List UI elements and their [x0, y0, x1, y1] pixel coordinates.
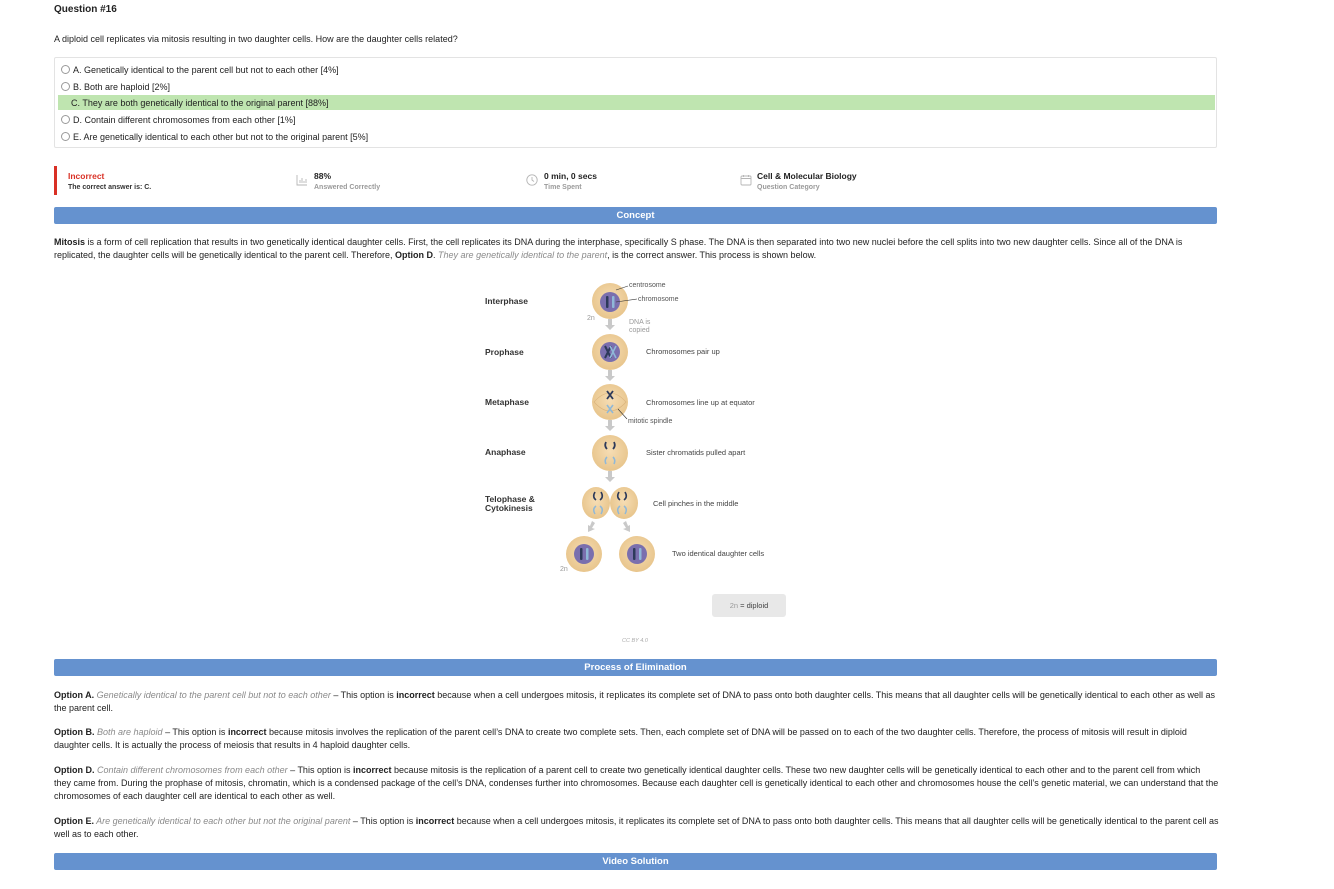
concept-option: Option D: [395, 250, 434, 260]
daughter-cells: [566, 536, 655, 572]
radio-button[interactable]: [61, 132, 70, 141]
result-stats: Incorrect The correct answer is: C. 88% …: [54, 166, 1217, 196]
phase-prophase: Prophase: [485, 347, 524, 357]
time-label: Time Spent: [544, 184, 582, 191]
option-d[interactable]: D. Contain different chromosomes from ea…: [58, 112, 1215, 127]
option-label: E. Are genetically identical to each oth…: [73, 131, 369, 142]
desc-metaphase: Chromosomes line up at equator: [646, 398, 755, 407]
option-label: A. Genetically identical to the parent c…: [73, 64, 339, 75]
percent-label: Answered Correctly: [314, 184, 381, 191]
dna-copied-label-2: copied: [629, 327, 650, 334]
concept-paragraph: Mitosis is a form of cell replication th…: [54, 237, 1183, 260]
concept-header[interactable]: Concept: [54, 207, 1217, 224]
category-value: Cell & Molecular Biology: [757, 171, 857, 181]
bar-chart-icon: [296, 175, 307, 186]
desc-daughter-cells: Two identical daughter cells: [672, 549, 765, 558]
phase-cytokinesis: Cytokinesis: [485, 503, 533, 513]
result-text: Incorrect: [68, 171, 105, 181]
desc-anaphase: Sister chromatids pulled apart: [646, 448, 746, 457]
phase-anaphase: Anaphase: [485, 447, 526, 457]
elimination-option-b: Option B. Both are haploid – This option…: [54, 727, 1187, 750]
radio-button[interactable]: [61, 65, 70, 74]
percent-stat: 88% Answered Correctly: [314, 171, 380, 191]
category-stat: Cell & Molecular Biology Question Catego…: [757, 171, 857, 191]
time-value: 0 min, 0 secs: [544, 171, 597, 181]
anaphase-cell: [592, 435, 628, 471]
option-e[interactable]: E. Are genetically identical to each oth…: [58, 129, 1215, 144]
calendar-icon: [740, 175, 752, 186]
phase-metaphase: Metaphase: [485, 397, 529, 407]
elimination-option-e: Option E. Are genetically identical to e…: [54, 816, 1219, 839]
radio-button[interactable]: [61, 115, 70, 124]
dna-copied-label-1: DNA is: [629, 319, 651, 326]
correct-answer-text: The correct answer is: C.: [68, 184, 152, 191]
prophase-cell: [592, 334, 628, 370]
result-stat: Incorrect The correct answer is: C.: [68, 171, 151, 191]
option-b[interactable]: B. Both are haploid [2%]: [58, 79, 1215, 94]
category-label: Question Category: [757, 184, 820, 191]
question-text: A diploid cell replicates via mitosis re…: [54, 34, 458, 44]
desc-prophase: Chromosomes pair up: [646, 347, 720, 356]
concept-term: Mitosis: [54, 237, 86, 247]
centrosome-label: centrosome: [629, 282, 666, 289]
elimination-option-a: Option A. Genetically identical to the p…: [54, 690, 1215, 713]
ploidy-2n-label: 2n: [560, 566, 568, 573]
option-label: C. They are both genetically identical t…: [71, 97, 329, 108]
percent-value: 88%: [314, 171, 332, 181]
radio-button[interactable]: [61, 82, 70, 91]
answer-options: A. Genetically identical to the parent c…: [54, 57, 1217, 148]
video-solution-header[interactable]: Video Solution: [54, 853, 1217, 870]
license-text: CC BY 4.0: [622, 638, 648, 644]
mitotic-spindle-label: mitotic spindle: [628, 418, 673, 425]
chromosome-label: chromosome: [638, 296, 679, 303]
diploid-legend: 2n = diploid: [712, 594, 786, 617]
option-c-correct[interactable]: C. They are both genetically identical t…: [58, 95, 1215, 110]
metaphase-cell: [592, 384, 628, 420]
result-indicator-bar: [54, 166, 57, 195]
phase-interphase: Interphase: [485, 296, 528, 306]
telophase-cell: [582, 487, 638, 519]
question-number: Question #16: [54, 4, 117, 15]
option-a[interactable]: A. Genetically identical to the parent c…: [58, 62, 1215, 77]
ploidy-2n-label: 2n: [587, 315, 595, 322]
clock-icon: [526, 174, 538, 186]
elimination-option-d: Option D. Contain different chromosomes …: [54, 765, 1219, 801]
option-label: D. Contain different chromosomes from ea…: [73, 114, 296, 125]
mitosis-diagram: Interphase Prophase Metaphase Anaphase T…: [480, 278, 800, 648]
option-label: B. Both are haploid [2%]: [73, 81, 171, 92]
desc-telophase: Cell pinches in the middle: [653, 499, 739, 508]
elimination-header[interactable]: Process of Elimination: [54, 659, 1217, 676]
time-stat: 0 min, 0 secs Time Spent: [544, 171, 597, 191]
